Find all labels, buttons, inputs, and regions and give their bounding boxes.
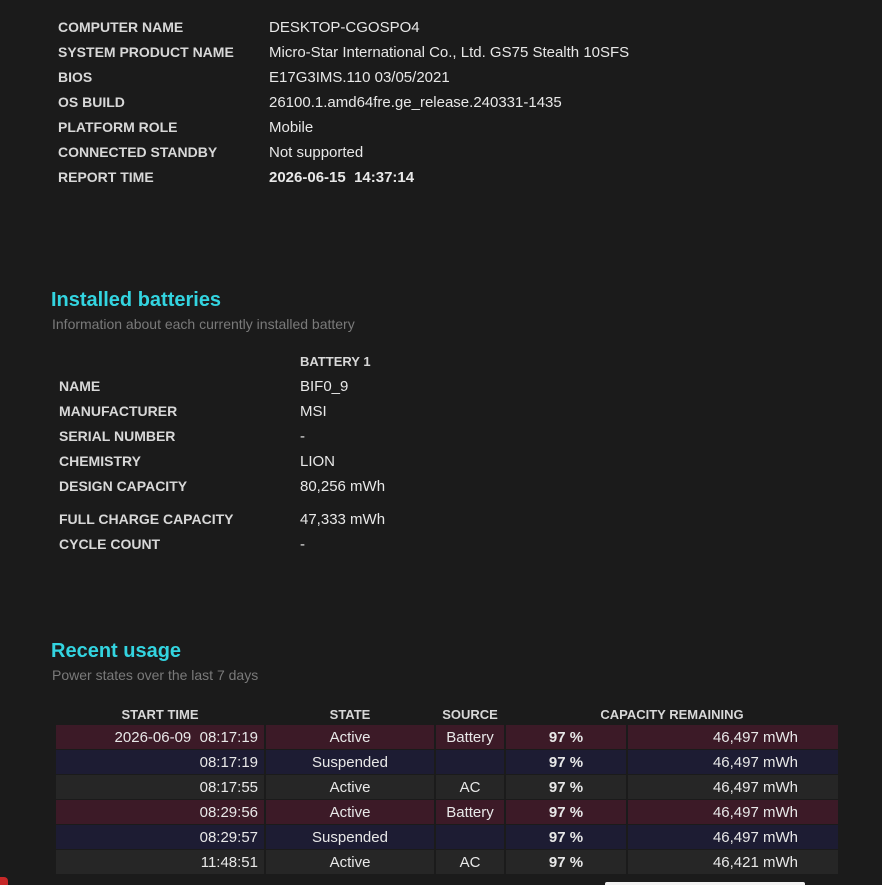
source: Battery [436,725,504,749]
source [436,825,504,849]
label: COMPUTER NAME [58,19,184,35]
label: CHEMISTRY [59,453,141,469]
value: MSI [300,403,327,420]
taskbar-edge-indicator [0,877,8,885]
start-time: 08:29:57 [56,825,264,849]
state: Suspended [266,750,434,774]
label: REPORT TIME [58,169,154,185]
installed-batteries-title: Installed batteries [51,289,222,311]
label: CONNECTED STANDBY [58,144,218,160]
value: LION [300,453,336,470]
col-source: SOURCE [442,706,498,722]
state: Active [266,725,434,749]
value: Micro-Star International Co., Ltd. GS75 … [269,44,630,61]
capacity-mwh: 46,497 mWh [628,775,838,799]
state: Active [266,850,434,874]
table-row: 08:29:57 Suspended 97 % 46,497 mWh [56,825,838,849]
capacity-percent: 97 % [506,750,626,774]
source [436,750,504,774]
battery-1-header: BATTERY 1 [300,354,371,369]
col-state: STATE [329,706,371,722]
value: DESKTOP-CGOSPO4 [269,19,420,36]
label: NAME [59,378,101,394]
capacity-percent: 97 % [506,775,626,799]
capacity-mwh: 46,421 mWh [628,850,838,874]
label: PLATFORM ROLE [58,119,178,135]
value: 80,256 mWh [300,478,386,495]
value: 2026-06-15 14:37:14 [269,169,415,186]
label: OS BUILD [58,94,125,110]
source: Battery [436,800,504,824]
col-start-time: START TIME [121,706,199,722]
recent-usage-subtitle: Power states over the last 7 days [52,667,259,683]
recent-usage-title: Recent usage [51,640,182,662]
value: Mobile [269,119,314,136]
state: Active [266,775,434,799]
state: Active [266,800,434,824]
value: 47,333 mWh [300,511,386,528]
start-time: 08:17:55 [56,775,264,799]
capacity-percent: 97 % [506,850,626,874]
table-row: 11:48:51 Active AC 97 % 46,421 mWh [56,850,838,874]
value: - [300,428,305,445]
table-row: 08:17:19 Suspended 97 % 46,497 mWh [56,750,838,774]
capacity-mwh: 46,497 mWh [628,800,838,824]
start-time: 08:17:19 [56,750,264,774]
capacity-mwh: 46,497 mWh [628,725,838,749]
value: 26100.1.amd64fre.ge_release.240331-1435 [269,94,562,111]
value: Not supported [269,144,364,161]
installed-batteries-subtitle: Information about each currently install… [52,316,355,332]
recent-usage-table: START TIME STATE SOURCE CAPACITY REMAINI… [54,703,840,875]
col-capacity-remaining: CAPACITY REMAINING [600,706,744,722]
start-time: 08:29:56 [56,800,264,824]
label: MANUFACTURER [59,403,178,419]
label: SERIAL NUMBER [59,428,176,444]
capacity-mwh: 46,497 mWh [628,750,838,774]
capacity-percent: 97 % [506,725,626,749]
source: AC [436,850,504,874]
label: BIOS [58,69,93,85]
start-time: 2026-06-09 08:17:19 [56,725,264,749]
table-row: 2026-06-09 08:17:19 Active Battery 97 % … [56,725,838,749]
capacity-percent: 97 % [506,825,626,849]
label: SYSTEM PRODUCT NAME [58,44,234,60]
table-row: 08:29:56 Active Battery 97 % 46,497 mWh [56,800,838,824]
label: FULL CHARGE CAPACITY [59,511,234,527]
value: - [300,536,305,553]
label: CYCLE COUNT [59,536,161,552]
table-header-row: START TIME STATE SOURCE CAPACITY REMAINI… [56,704,838,724]
table-row: 08:17:55 Active AC 97 % 46,497 mWh [56,775,838,799]
source: AC [436,775,504,799]
value: E17G3IMS.110 03/05/2021 [269,69,450,86]
start-time: 11:48:51 [56,850,264,874]
label: DESIGN CAPACITY [59,478,188,494]
state: Suspended [266,825,434,849]
value: BIF0_9 [300,378,349,395]
capacity-mwh: 46,497 mWh [628,825,838,849]
capacity-percent: 97 % [506,800,626,824]
